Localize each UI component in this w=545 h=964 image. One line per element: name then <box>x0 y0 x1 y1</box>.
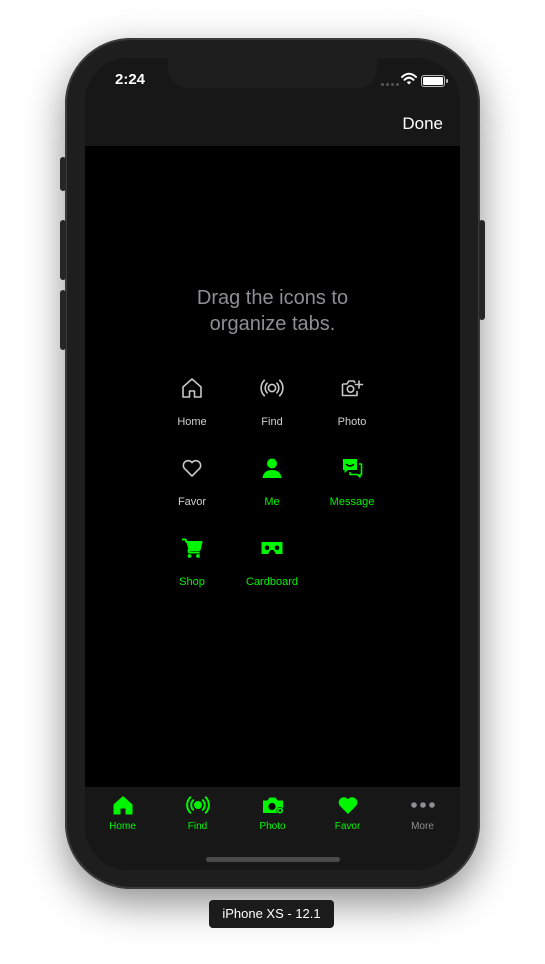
tab-favor[interactable]: Favor <box>310 793 385 832</box>
broadcast-icon <box>185 796 210 814</box>
tab-home[interactable]: Home <box>85 793 160 832</box>
tab-more[interactable]: More <box>385 793 460 832</box>
navigation-bar: Done <box>85 102 460 146</box>
grid-label-me: Me <box>264 496 280 508</box>
instruction-line-2: organize tabs. <box>209 313 336 335</box>
cellular-signal-icon <box>381 83 399 87</box>
grid-item-find[interactable]: Find <box>237 376 307 428</box>
person-icon <box>262 458 282 478</box>
status-bar: 2:24 <box>85 58 460 102</box>
mute-switch <box>60 157 66 191</box>
grid-item-favor[interactable]: Favor <box>157 456 227 508</box>
tab-label-find: Find <box>187 821 208 832</box>
grid-label-photo: Photo <box>337 416 367 428</box>
camera-icon <box>341 380 364 397</box>
camera-icon <box>262 797 284 815</box>
grid-item-me[interactable]: Me <box>237 456 307 508</box>
grid-label-find: Find <box>261 416 283 428</box>
tab-label-favor: Favor <box>334 821 361 832</box>
more-icon <box>410 802 435 808</box>
wifi-icon <box>401 72 417 85</box>
home-icon <box>182 378 202 398</box>
volume-up-button <box>60 220 66 280</box>
tab-label-more: More <box>411 821 434 832</box>
done-button[interactable]: Done <box>402 114 443 134</box>
grid-label-home: Home <box>177 416 207 428</box>
heart-icon <box>338 797 357 814</box>
battery-icon <box>421 75 448 87</box>
cart-icon <box>182 538 203 558</box>
grid-item-shop[interactable]: Shop <box>157 536 227 588</box>
status-time: 2:24 <box>115 71 146 88</box>
tab-label-home: Home <box>109 821 136 832</box>
grid-item-home[interactable]: Home <box>157 376 227 428</box>
notch <box>168 58 377 88</box>
grid-item-message[interactable]: Message <box>317 456 387 508</box>
heart-icon <box>182 459 202 477</box>
grid-item-cardboard[interactable]: Cardboard <box>237 536 307 588</box>
device-caption: iPhone XS - 12.1 <box>209 900 334 928</box>
grid-label-message: Message <box>329 496 375 508</box>
tab-photo[interactable]: Photo <box>235 793 310 832</box>
grid-label-cardboard: Cardboard <box>246 576 298 588</box>
instruction-line-1: Drag the icons to <box>196 287 349 309</box>
screen: 2:24 Done Drag the icons to organize tab… <box>85 58 460 870</box>
tab-label-photo: Photo <box>259 821 286 832</box>
tab-find[interactable]: Find <box>160 793 235 832</box>
cardboard-icon <box>261 542 283 554</box>
home-indicator[interactable] <box>206 857 340 862</box>
instruction-text: Drag the icons to organize tabs. <box>85 285 460 337</box>
home-icon <box>113 796 132 815</box>
grid-item-photo[interactable]: Photo <box>317 376 387 428</box>
customize-tabs-content: Drag the icons to organize tabs. Home Fi… <box>85 146 460 787</box>
grid-label-shop: Shop <box>179 576 205 588</box>
message-icon <box>343 459 363 478</box>
broadcast-icon <box>260 379 284 397</box>
volume-down-button <box>60 290 66 350</box>
power-button <box>479 220 485 320</box>
grid-label-favor: Favor <box>177 496 207 508</box>
